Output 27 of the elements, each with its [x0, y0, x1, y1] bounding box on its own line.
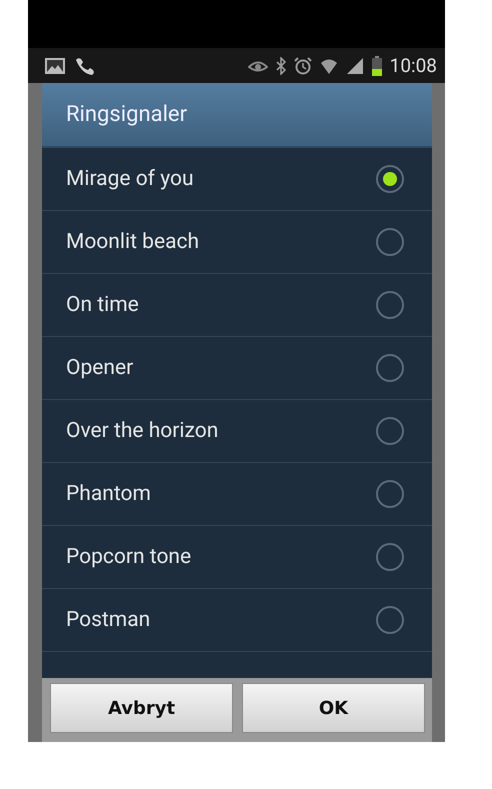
ringtone-option[interactable]: Over the horizon	[42, 400, 432, 463]
radio-button[interactable]	[376, 480, 404, 508]
signal-icon	[346, 56, 364, 74]
radio-button[interactable]	[376, 291, 404, 319]
radio-button[interactable]	[376, 543, 404, 571]
wifi-icon	[320, 56, 338, 74]
cancel-button[interactable]: Avbryt	[50, 683, 233, 733]
ringtone-option[interactable]: Moonlit beach	[42, 211, 432, 274]
radio-button[interactable]	[376, 354, 404, 382]
bluetooth-icon	[276, 56, 286, 74]
radio-button[interactable]	[376, 417, 404, 445]
dialog-title: Ringsignaler	[42, 83, 432, 148]
phone-icon	[74, 56, 96, 76]
battery-icon	[372, 56, 382, 76]
picture-icon	[44, 56, 66, 74]
radio-button[interactable]	[376, 228, 404, 256]
ringtone-option[interactable]: Phantom	[42, 463, 432, 526]
status-time: 10:08	[390, 54, 437, 77]
radio-button[interactable]	[376, 165, 404, 193]
ringtone-option[interactable]: On time	[42, 274, 432, 337]
ringtone-option[interactable]: Opener	[42, 337, 432, 400]
alarm-icon	[294, 56, 312, 74]
ringtone-option[interactable]: Mirage of you	[42, 148, 432, 211]
ok-button[interactable]: OK	[242, 683, 425, 733]
ringtone-option[interactable]: Popcorn tone	[42, 526, 432, 589]
ringtone-option[interactable]: Postman	[42, 589, 432, 652]
radio-button[interactable]	[376, 606, 404, 634]
